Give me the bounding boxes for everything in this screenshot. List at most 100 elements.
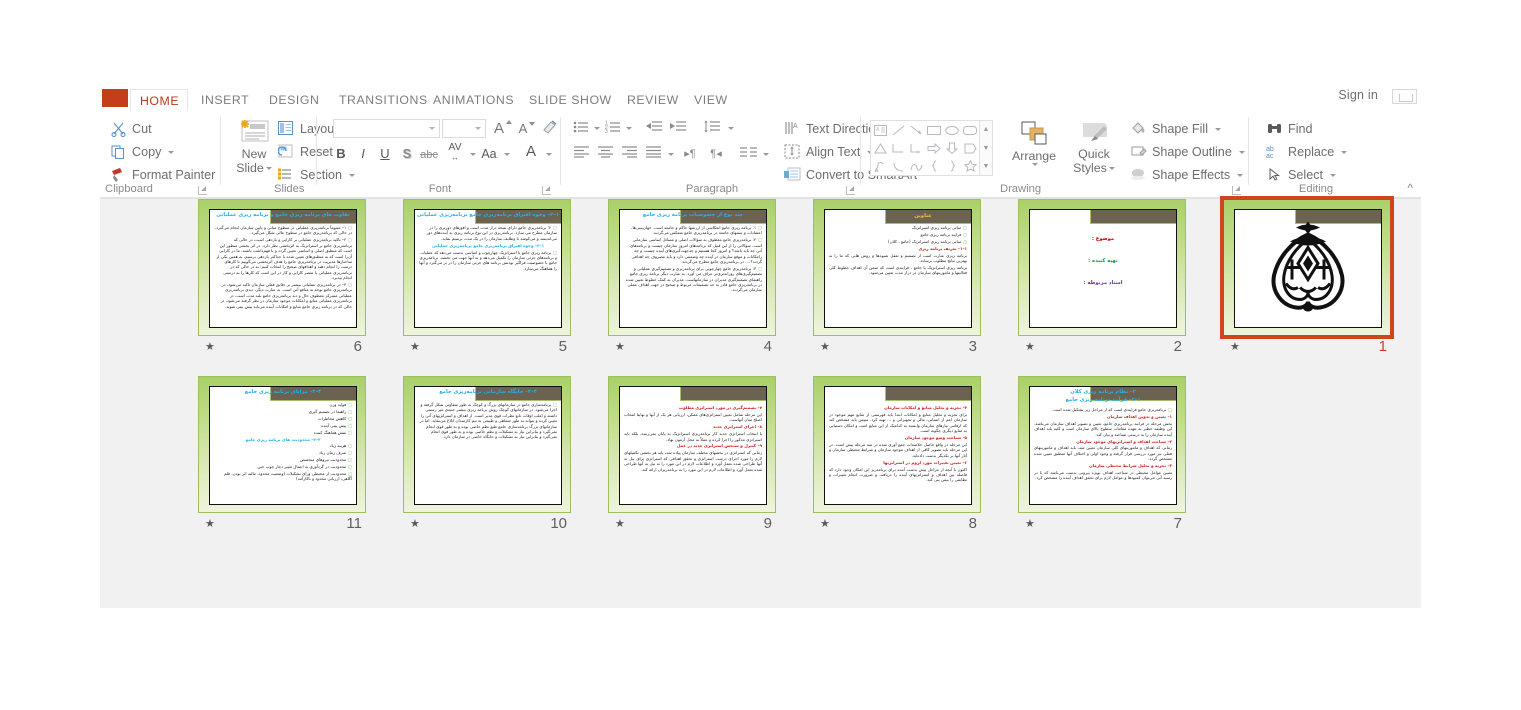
chevron-down-icon[interactable]	[504, 153, 510, 156]
shape-down-arrow-icon[interactable]	[943, 139, 961, 157]
animation-star-icon[interactable]: ★	[1025, 341, 1035, 353]
slide-thumb-frame[interactable]: ۳–۲– مزایای برنامه ریزی جامع فواید وزن راه…	[198, 376, 366, 513]
font-color-button[interactable]: A	[522, 143, 540, 161]
tab-animations[interactable]: ANIMATIONS	[424, 89, 523, 111]
slide-thumb-frame[interactable]: ۷– تصمیم‌گیری در مورد استراتژی مطلوب این …	[608, 376, 776, 513]
chevron-down-icon[interactable]	[429, 127, 435, 130]
find-button[interactable]: Find	[1266, 119, 1313, 139]
paragraph-dialog-launcher[interactable]	[846, 186, 855, 195]
character-spacing-button[interactable]: AV ↔	[444, 142, 466, 163]
shape-right-arrow-icon[interactable]	[925, 139, 943, 157]
underline-button[interactable]: U	[376, 145, 394, 163]
chevron-down-icon[interactable]	[594, 127, 600, 130]
shape-scribble-icon[interactable]	[871, 157, 889, 175]
align-right-button[interactable]	[620, 145, 638, 163]
animation-star-icon[interactable]: ★	[205, 341, 215, 353]
ltr-direction-button[interactable]: ▸¶	[680, 145, 700, 163]
animation-star-icon[interactable]: ★	[205, 518, 215, 530]
replace-button[interactable]: ab ac Replace	[1266, 142, 1348, 162]
tab-review[interactable]: REVIEW	[618, 89, 688, 111]
shape-effects-button[interactable]: Shape Effects	[1130, 165, 1244, 185]
chevron-down-icon[interactable]	[763, 153, 769, 156]
tab-design[interactable]: DESIGN	[260, 89, 328, 111]
shapes-gallery[interactable]: A	[870, 120, 980, 176]
chevron-down-icon[interactable]	[728, 127, 734, 130]
tab-transitions[interactable]: TRANSITIONS	[330, 89, 437, 111]
shape-pentagon-icon[interactable]	[961, 139, 979, 157]
decrease-indent-button[interactable]	[644, 120, 664, 138]
chevron-down-icon[interactable]	[1330, 173, 1337, 177]
italic-button[interactable]: I	[354, 145, 372, 163]
arrange-button[interactable]: Arrange	[1006, 119, 1062, 166]
slide-thumb-frame[interactable]: ۴– تجزیه و تحلیل منابع و امکانات سازمان ب…	[813, 376, 981, 513]
animation-star-icon[interactable]: ★	[820, 518, 830, 530]
cut-button[interactable]: Cut	[110, 119, 152, 139]
shapes-scroll-down-icon[interactable]: ▼	[983, 139, 990, 157]
shape-rounded-rectangle-icon[interactable]	[961, 121, 979, 139]
clipboard-dialog-launcher[interactable]	[198, 186, 207, 195]
bold-button[interactable]: B	[332, 145, 350, 163]
chevron-down-icon[interactable]	[1341, 150, 1348, 154]
chevron-down-icon[interactable]	[470, 153, 476, 156]
chevron-down-icon[interactable]	[1108, 166, 1115, 170]
shape-text-box-icon[interactable]: A	[871, 121, 889, 139]
text-shadow-button[interactable]: S	[398, 145, 416, 163]
shape-curve-icon[interactable]	[907, 157, 925, 175]
align-center-button[interactable]	[596, 145, 614, 163]
shape-arrow-icon[interactable]	[907, 121, 925, 139]
bullets-button[interactable]	[572, 120, 590, 138]
tab-view[interactable]: VIEW	[685, 89, 737, 111]
slide-thumb-frame[interactable]: چند نوع از خصوصیات برنامه ریزی جامع ۱: بر…	[608, 199, 776, 336]
font-dialog-launcher[interactable]	[542, 186, 551, 195]
chevron-down-icon[interactable]	[1032, 163, 1038, 166]
chevron-down-icon[interactable]	[1237, 173, 1244, 177]
new-slide-button[interactable]: New Slide	[230, 117, 278, 175]
slide-thumb-frame[interactable]: ۱–۲– وجوه افتراق برنامه‌ریزی جامع برنامه…	[403, 199, 571, 336]
format-painter-button[interactable]: Format Painter	[110, 165, 215, 185]
font-size-input[interactable]	[442, 119, 486, 138]
slide-thumb-frame[interactable]: تفاوت های برنامه ریزی جامع و برنامه ریزی…	[198, 199, 366, 336]
shape-fill-button[interactable]: Shape Fill	[1130, 119, 1222, 139]
select-button[interactable]: Select	[1266, 165, 1337, 185]
increase-indent-button[interactable]	[668, 120, 688, 138]
copy-button[interactable]: Copy	[110, 142, 175, 162]
animation-star-icon[interactable]: ★	[615, 518, 625, 530]
shape-star-icon[interactable]	[961, 157, 979, 175]
tab-insert[interactable]: INSERT	[192, 89, 258, 111]
drawing-dialog-launcher[interactable]	[1232, 186, 1241, 195]
font-name-input[interactable]	[333, 119, 440, 138]
chevron-down-icon[interactable]	[475, 127, 481, 130]
slide-thumb-frame[interactable]: ۲– نظام برنامه ریزی کلان ۱–۲– فرآیند برنا…	[1018, 376, 1186, 513]
chevron-down-icon[interactable]	[265, 166, 272, 170]
rtl-direction-button[interactable]: ¶◂	[706, 145, 726, 163]
align-left-button[interactable]	[572, 145, 590, 163]
change-case-button[interactable]: Aa	[478, 145, 500, 163]
slide-thumb-frame[interactable]: موضوع : تهیه کننده : استاد مربوطه :	[1018, 199, 1186, 336]
tab-slide-show[interactable]: SLIDE SHOW	[520, 89, 621, 111]
slide-thumb-frame[interactable]: عناوین مبانی برنامه ریزی استراتژیک فرایند …	[813, 199, 981, 336]
shape-right-brace-icon[interactable]	[943, 157, 961, 175]
slide-thumb-frame[interactable]: ۴–۲– جایگاه سازمانی برنامه‌ریزی جامع برنا…	[403, 376, 571, 513]
chevron-down-icon[interactable]	[1215, 127, 1222, 131]
animation-star-icon[interactable]: ★	[410, 518, 420, 530]
shape-oval-icon[interactable]	[943, 121, 961, 139]
shapes-gallery-scrollbar[interactable]: ▲ ▼ ▼	[980, 120, 993, 176]
clear-formatting-button[interactable]	[540, 119, 558, 137]
chevron-down-icon[interactable]	[1238, 150, 1245, 154]
animation-star-icon[interactable]: ★	[410, 341, 420, 353]
shape-triangle-icon[interactable]	[871, 139, 889, 157]
shape-outline-button[interactable]: Shape Outline	[1130, 142, 1245, 162]
shape-rectangle-icon[interactable]	[925, 121, 943, 139]
tab-file[interactable]	[102, 89, 128, 107]
chevron-down-icon[interactable]	[168, 150, 175, 154]
quick-styles-button[interactable]: Quick Styles	[1066, 119, 1122, 175]
line-spacing-button[interactable]	[702, 120, 722, 138]
shape-elbow-connector-icon[interactable]	[889, 139, 907, 157]
shape-elbow-arrow-connector-icon[interactable]	[907, 139, 925, 157]
columns-button[interactable]	[738, 145, 758, 163]
animation-star-icon[interactable]: ★	[1230, 341, 1240, 353]
chevron-down-icon[interactable]	[668, 153, 674, 156]
shape-left-brace-icon[interactable]	[925, 157, 943, 175]
animation-star-icon[interactable]: ★	[1025, 518, 1035, 530]
shape-arc-icon[interactable]	[889, 157, 907, 175]
